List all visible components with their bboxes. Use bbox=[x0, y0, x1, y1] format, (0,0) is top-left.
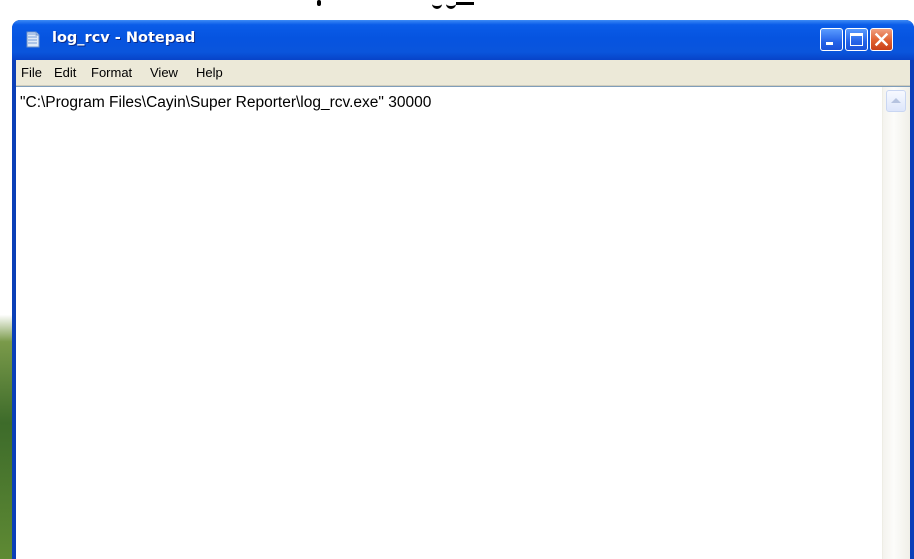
background-text-fragment bbox=[300, 0, 540, 10]
notepad-icon[interactable] bbox=[25, 31, 41, 48]
menu-view[interactable]: View bbox=[150, 65, 178, 80]
close-icon bbox=[874, 32, 889, 47]
menu-format[interactable]: Format bbox=[91, 65, 132, 80]
editor-content[interactable]: "C:\Program Files\Cayin\Super Reporter\l… bbox=[20, 94, 431, 112]
glyph-fragment bbox=[446, 0, 456, 9]
menu-help[interactable]: Help bbox=[196, 65, 223, 80]
chevron-up-icon bbox=[891, 98, 901, 103]
screen: log_rcv - Notepad File Edit Format View … bbox=[0, 0, 914, 559]
scroll-up-button[interactable] bbox=[886, 90, 906, 112]
glyph-fragment bbox=[432, 0, 442, 9]
menu-edit[interactable]: Edit bbox=[54, 65, 76, 80]
menu-file[interactable]: File bbox=[21, 65, 42, 80]
text-editor[interactable]: "C:\Program Files\Cayin\Super Reporter\l… bbox=[16, 86, 910, 559]
desktop-background bbox=[0, 16, 12, 559]
title-bar[interactable]: log_rcv - Notepad bbox=[12, 20, 914, 60]
close-button[interactable] bbox=[870, 28, 893, 51]
notepad-window: log_rcv - Notepad File Edit Format View … bbox=[12, 20, 914, 559]
maximize-icon bbox=[850, 33, 863, 46]
glyph-fragment bbox=[456, 2, 474, 5]
maximize-button[interactable] bbox=[845, 28, 868, 51]
menu-bar: File Edit Format View Help bbox=[16, 60, 910, 86]
window-title: log_rcv - Notepad bbox=[52, 30, 196, 46]
glyph-fragment bbox=[317, 0, 321, 6]
minimize-icon bbox=[826, 42, 833, 45]
minimize-button[interactable] bbox=[820, 28, 843, 51]
vertical-scrollbar[interactable] bbox=[882, 87, 910, 559]
